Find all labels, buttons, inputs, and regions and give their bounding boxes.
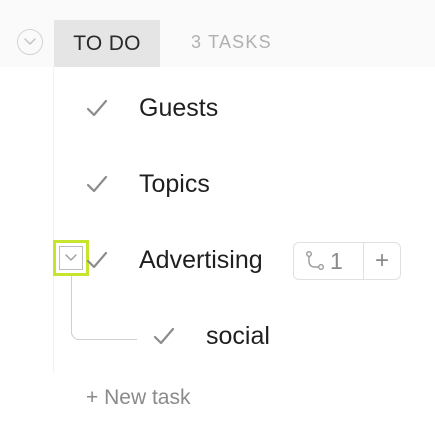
drag-handle-box [59, 246, 83, 270]
subtask-name[interactable]: social [206, 321, 270, 351]
chevron-down-icon [65, 254, 77, 261]
collapse-group-button[interactable] [17, 29, 43, 55]
drag-handle[interactable] [53, 240, 89, 276]
new-task-button[interactable]: + New task [86, 386, 190, 410]
task-list-view: TO DO 3 TASKS Guests Topics Advertising [0, 0, 435, 435]
subtask-branch-icon [306, 251, 324, 270]
add-subtask-label: + [374, 247, 389, 274]
check-icon[interactable] [153, 325, 175, 347]
task-name[interactable]: Advertising [139, 245, 263, 275]
status-label-text: TO DO [73, 31, 141, 55]
chevron-down-icon [24, 38, 36, 45]
task-name[interactable]: Guests [139, 93, 218, 123]
subtask-count-button[interactable]: 1 [294, 243, 364, 279]
status-label[interactable]: TO DO [54, 20, 160, 67]
check-icon[interactable] [86, 97, 108, 119]
task-count: 3 TASKS [191, 32, 272, 52]
subtask-connector [71, 276, 137, 340]
check-icon[interactable] [86, 249, 108, 271]
subtask-count: 1 [330, 247, 343, 274]
check-icon[interactable] [86, 173, 108, 195]
task-name[interactable]: Topics [139, 169, 210, 199]
add-subtask-button[interactable]: + [364, 243, 400, 279]
subtask-controls: 1 + [293, 242, 401, 280]
